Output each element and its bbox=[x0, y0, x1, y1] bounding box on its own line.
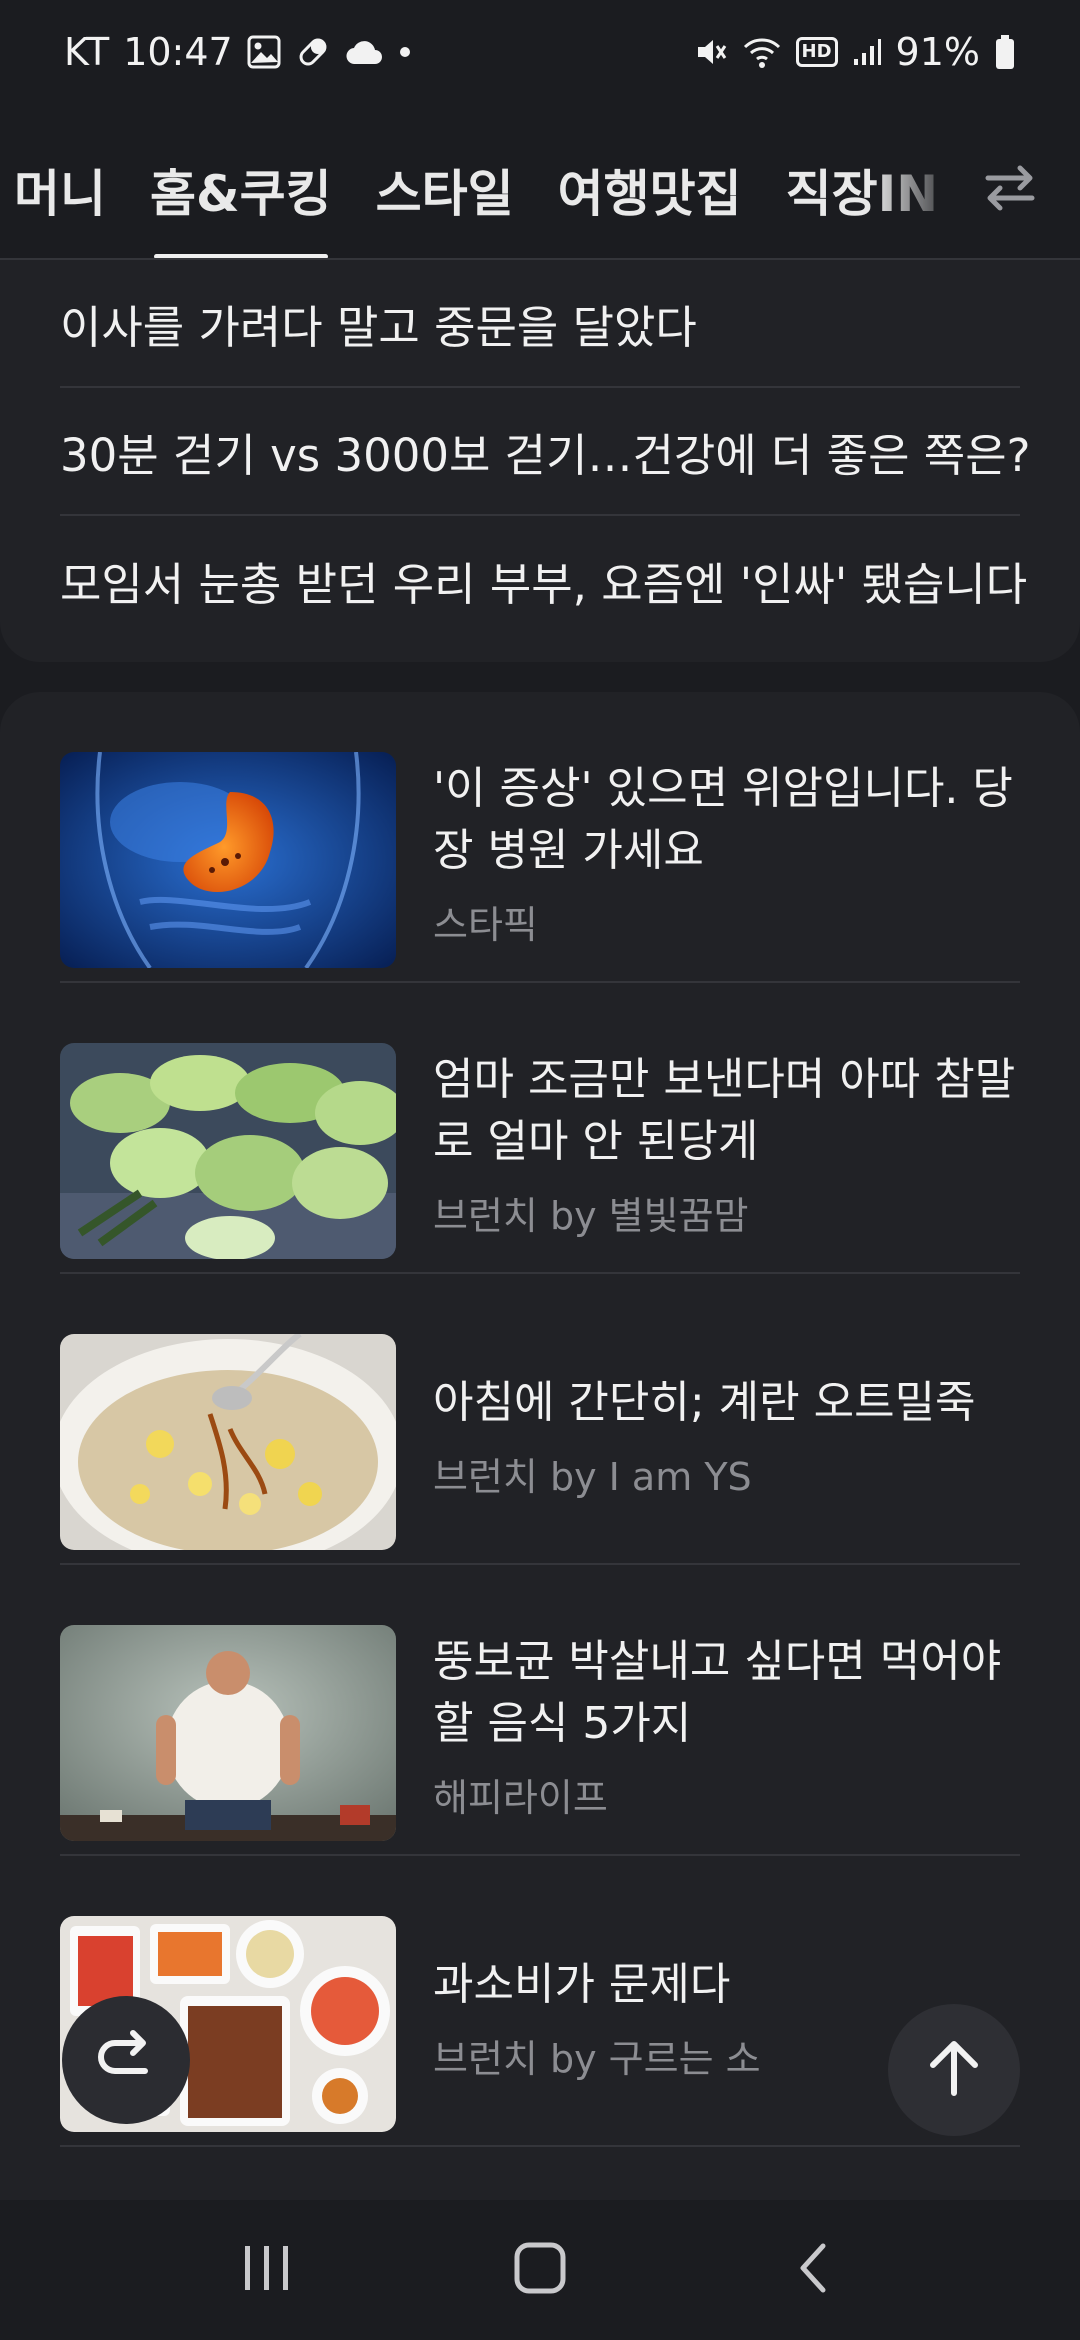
share-icon bbox=[91, 2023, 161, 2097]
headline-card: 이사를 가려다 말고 중문을 달았다 30분 걷기 vs 3000보 걷기…건강… bbox=[0, 260, 1080, 662]
tab-style[interactable]: 스타일 bbox=[354, 130, 536, 226]
article-source: 해피라이프 bbox=[433, 1776, 608, 1820]
carrier-label: KT bbox=[64, 30, 110, 74]
article-source: 브런치 by 별빛꿈맘 bbox=[433, 1194, 749, 1238]
recent-apps-button[interactable] bbox=[207, 2220, 327, 2320]
overweight-man-thumbnail bbox=[60, 1625, 396, 1841]
tab-money[interactable]: 머니 bbox=[0, 130, 128, 226]
system-navigation-bar bbox=[0, 2200, 1080, 2340]
recent-apps-icon bbox=[237, 2240, 297, 2300]
swap-arrows-icon bbox=[980, 158, 1040, 222]
back-button[interactable] bbox=[753, 2220, 873, 2320]
home-button[interactable] bbox=[480, 2220, 600, 2320]
signal-icon bbox=[852, 37, 882, 67]
category-tabs: 머니 홈&쿠킹 스타일 여행맛집 직장IN bbox=[0, 130, 1080, 260]
stomach-illustration-thumbnail bbox=[60, 752, 396, 968]
tab-edit-button[interactable] bbox=[970, 150, 1050, 230]
battery-icon bbox=[994, 34, 1016, 70]
arrow-up-icon bbox=[919, 2033, 989, 2107]
headline-item[interactable]: 모임서 눈총 받던 우리 부부, 요즘엔 '인싸' 됐습니다 bbox=[60, 516, 1027, 644]
clock: 10:47 bbox=[123, 30, 233, 74]
article-title: 뚱보균 박살내고 싶다면 먹어야 할 음식 5가지 bbox=[433, 1636, 1002, 1749]
article-source: 브런치 by I am YS bbox=[433, 1455, 752, 1499]
tab-home-cooking[interactable]: 홈&쿠킹 bbox=[128, 130, 354, 259]
wifi-calling-icon bbox=[742, 35, 782, 69]
article-title: '이 증상' 있으면 위암입니다. 당장 병원 가세요 bbox=[433, 763, 1013, 876]
article-item[interactable]: 과소비가 문제다 브런치 by 구르는 소 bbox=[60, 1856, 1020, 2147]
gallery-notification-icon bbox=[247, 35, 281, 69]
article-text: 엄마 조금만 보낸다며 아따 참말로 얼마 안 된당게 브런치 by 별빛꿈맘 bbox=[433, 1049, 1023, 1240]
article-text: 아침에 간단히; 계란 오트밀죽 브런치 by I am YS bbox=[433, 1372, 1023, 1501]
article-title: 아침에 간단히; 계란 오트밀죽 bbox=[433, 1377, 976, 1428]
mute-icon bbox=[694, 35, 728, 69]
oatmeal-porridge-thumbnail bbox=[60, 1334, 396, 1550]
tab-travel-food[interactable]: 여행맛집 bbox=[536, 130, 764, 226]
tab-work[interactable]: 직장IN bbox=[764, 130, 960, 226]
article-item[interactable]: 엄마 조금만 보낸다며 아따 참말로 얼마 안 된당게 브런치 by 별빛꿈맘 bbox=[60, 983, 1020, 1274]
cloud-notification-icon bbox=[345, 38, 383, 66]
scroll-to-top-button[interactable] bbox=[888, 2004, 1020, 2136]
article-text: 뚱보균 박살내고 싶다면 먹어야 할 음식 5가지 해피라이프 bbox=[433, 1631, 1023, 1822]
article-source: 스타픽 bbox=[433, 903, 538, 947]
battery-percent: 91% bbox=[895, 30, 980, 74]
article-title: 엄마 조금만 보낸다며 아따 참말로 얼마 안 된당게 bbox=[433, 1054, 1016, 1167]
headline-item[interactable]: 이사를 가려다 말고 중문을 달았다 bbox=[60, 260, 1020, 388]
status-bar: KT 10:47 HD 91% bbox=[0, 0, 1080, 104]
cabbage-photo-thumbnail bbox=[60, 1043, 396, 1259]
back-icon bbox=[793, 2240, 833, 2300]
more-notifications-dot-icon bbox=[397, 44, 413, 60]
home-icon bbox=[512, 2240, 568, 2300]
article-item[interactable]: '이 증상' 있으면 위암입니다. 당장 병원 가세요 스타픽 bbox=[60, 692, 1020, 983]
share-button[interactable] bbox=[62, 1996, 190, 2124]
article-item[interactable]: 뚱보균 박살내고 싶다면 먹어야 할 음식 5가지 해피라이프 bbox=[60, 1565, 1020, 1856]
hd-voice-icon: HD bbox=[795, 37, 838, 67]
article-text: '이 증상' 있으면 위암입니다. 당장 병원 가세요 스타픽 bbox=[433, 758, 1023, 949]
hd-label: HD bbox=[801, 41, 832, 62]
headline-item[interactable]: 30분 걷기 vs 3000보 걷기…건강에 더 좋은 쪽은? bbox=[60, 388, 1030, 516]
pill-notification-icon bbox=[295, 34, 331, 70]
article-item[interactable]: 아침에 간단히; 계란 오트밀죽 브런치 by I am YS bbox=[60, 1274, 1020, 1565]
